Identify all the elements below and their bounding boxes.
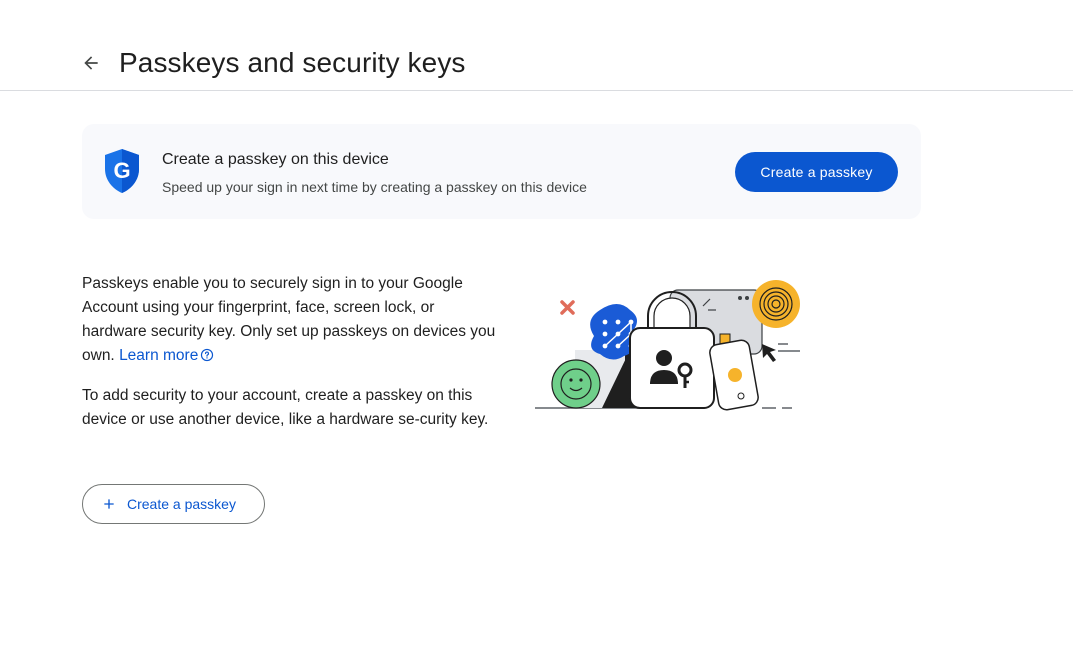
back-button[interactable]: [76, 48, 106, 78]
promo-subtitle: Speed up your sign in next time by creat…: [162, 179, 587, 195]
arrow-back-icon: [84, 56, 98, 70]
page-title: Passkeys and security keys: [119, 47, 466, 78]
plus-icon: [104, 499, 114, 509]
page-header: Passkeys and security keys: [0, 0, 1073, 91]
description-paragraph-2: To add security to your account, create …: [82, 387, 489, 428]
help-circle-icon: [201, 348, 214, 362]
fingerprint-icon: [752, 280, 800, 328]
passkey-illustration: [535, 280, 800, 411]
create-passkey-outline-button[interactable]: Create a passkey: [82, 484, 265, 524]
description-paragraph: Passkeys enable you to securely sign in …: [82, 272, 502, 368]
google-shield-icon: G: [105, 149, 139, 193]
learn-more-label: Learn more: [119, 347, 199, 364]
promo-title: Create a passkey on this device: [162, 151, 389, 168]
red-x-icon: [560, 300, 575, 315]
learn-more-link[interactable]: Learn more: [119, 347, 214, 364]
face-icon: [551, 359, 601, 409]
svg-text:G: G: [113, 158, 130, 183]
create-passkey-promo-card: G Create a passkey on this device Speed …: [82, 124, 921, 219]
create-passkey-label: Create a passkey: [127, 496, 236, 512]
passkey-description: Passkeys enable you to securely sign in …: [82, 272, 502, 448]
create-passkey-button[interactable]: Create a passkey: [735, 152, 898, 192]
cursor-icon: [762, 344, 776, 362]
